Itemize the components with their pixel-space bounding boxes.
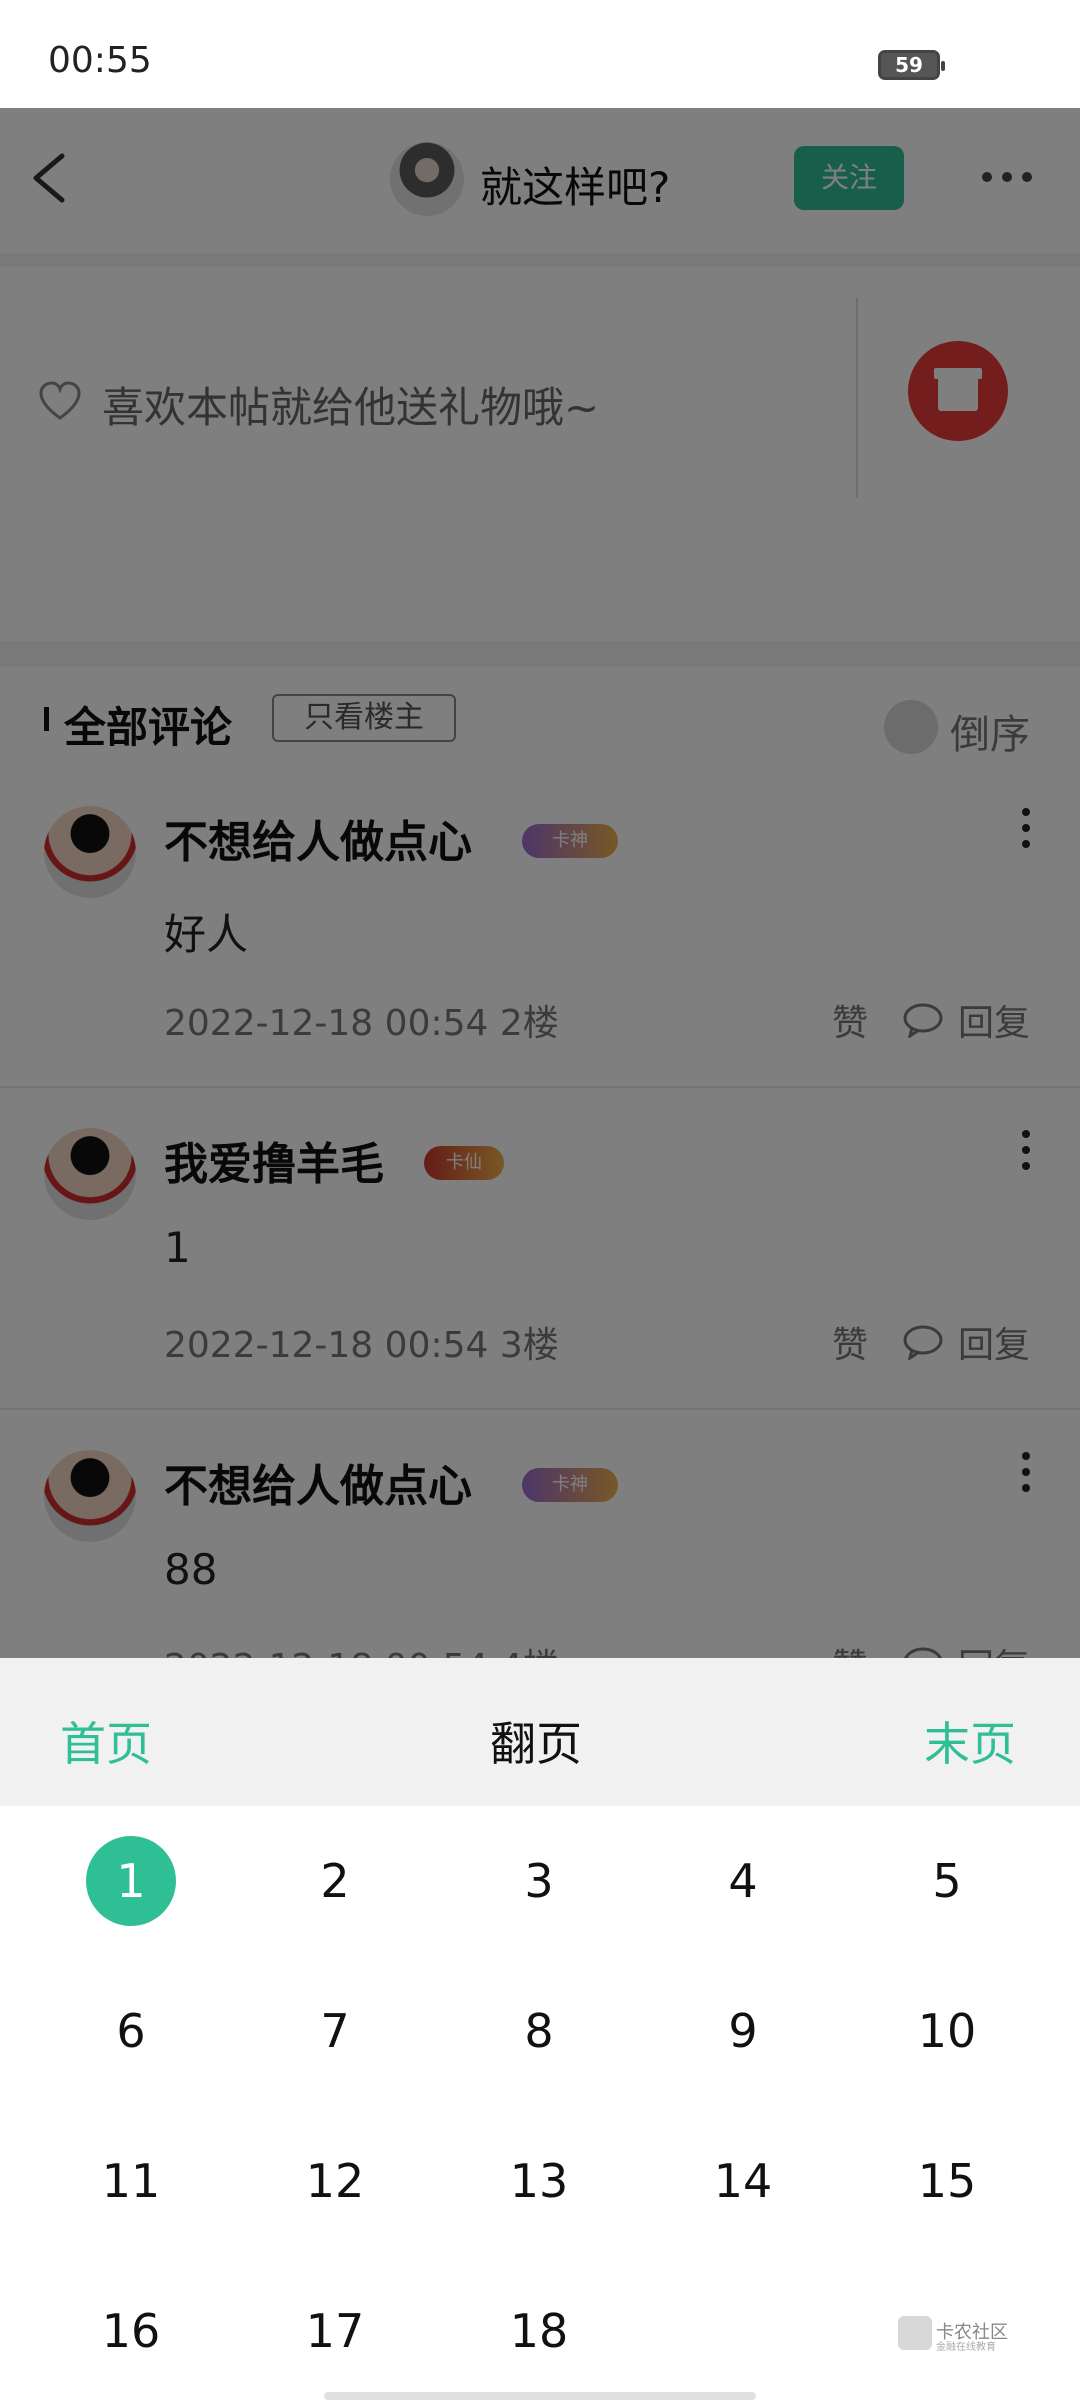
page-button-13[interactable]: 13 [494,2136,584,2226]
page-button-18[interactable]: 18 [494,2286,584,2376]
page-button-7[interactable]: 7 [290,1986,380,2076]
page-button-9[interactable]: 9 [698,1986,788,2076]
page-button-12[interactable]: 12 [290,2136,380,2226]
page-button-16[interactable]: 16 [86,2286,176,2376]
page-button-5[interactable]: 5 [902,1836,992,1926]
dim-overlay[interactable] [0,108,1080,1658]
page-button-3[interactable]: 3 [494,1836,584,1926]
page-button-6[interactable]: 6 [86,1986,176,2076]
home-indicator[interactable] [324,2392,756,2400]
page-turn-sheet: 首页 翻页 末页 1 2 3 4 5 6 7 8 9 10 11 12 13 1… [0,1658,1080,2408]
watermark-logo: 卡农社区 金融在线教育 [898,2316,1028,2356]
page-button-4[interactable]: 4 [698,1836,788,1926]
watermark-icon [898,2316,932,2350]
sheet-title: 翻页 [490,1717,582,1771]
sheet-header: 首页 翻页 末页 [0,1658,1080,1806]
last-page-button[interactable]: 末页 [924,1708,1016,1774]
page-button-15[interactable]: 15 [902,2136,992,2226]
page-button-10[interactable]: 10 [902,1986,992,2076]
page-button-14[interactable]: 14 [698,2136,788,2226]
page-button-1[interactable]: 1 [86,1836,176,1926]
status-time: 00:55 [48,40,152,81]
page-button-11[interactable]: 11 [86,2136,176,2226]
page-button-17[interactable]: 17 [290,2286,380,2376]
page-button-8[interactable]: 8 [494,1986,584,2076]
battery-icon: 59 [878,50,945,80]
watermark-subtext: 金融在线教育 [936,2342,996,2353]
page-button-2[interactable]: 2 [290,1836,380,1926]
first-page-button[interactable]: 首页 [60,1708,152,1774]
status-bar: 00:55 59 [0,0,1080,108]
